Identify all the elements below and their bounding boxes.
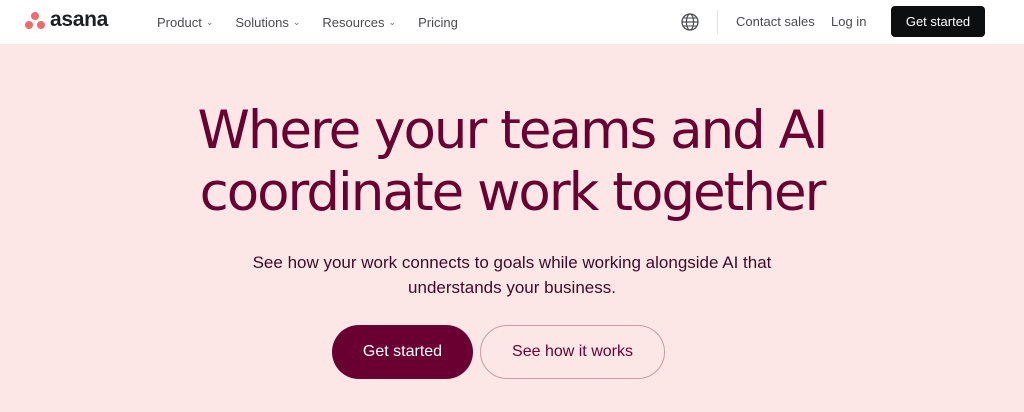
nav-item-pricing[interactable]: Pricing [418,15,458,30]
nav-divider [717,10,718,34]
hero-subtitle-line1: See how your work connects to goals whil… [252,253,772,272]
hero-title: Where your teams and AI coordinate work … [0,100,1024,224]
see-how-it-works-button[interactable]: See how it works [480,325,665,379]
main-menu: Product ⌄ Solutions ⌄ Resources ⌄ Pricin… [157,0,480,44]
hero-subtitle-line2: understands your business. [408,278,616,297]
asana-logo[interactable]: asana [24,8,109,32]
brand-name: asana [50,8,109,31]
hero-title-line2: coordinate work together [199,162,827,223]
chevron-down-icon: ⌄ [205,16,214,27]
nav-item-label: Pricing [418,14,458,30]
chevron-down-icon: ⌄ [292,16,301,27]
nav-item-label: Product [157,14,202,30]
nav-item-product[interactable]: Product ⌄ [157,15,213,30]
hero-title-line1: Where your teams and AI [197,100,828,161]
nav-get-started-button[interactable]: Get started [891,6,985,37]
get-started-button[interactable]: Get started [332,325,473,379]
nav-item-resources[interactable]: Resources ⌄ [322,15,396,30]
nav-item-solutions[interactable]: Solutions ⌄ [235,15,300,30]
nav-item-label: Solutions [235,14,289,30]
hero-subtitle: See how your work connects to goals whil… [0,250,1024,300]
globe-icon[interactable] [680,12,700,32]
chevron-down-icon: ⌄ [388,16,397,27]
asana-dots-icon [24,11,46,31]
login-link[interactable]: Log in [831,14,866,29]
top-navigation: asana Product ⌄ Solutions ⌄ Resources ⌄ … [0,0,1024,44]
nav-item-label: Resources [322,14,385,30]
contact-sales-link[interactable]: Contact sales [736,14,815,29]
